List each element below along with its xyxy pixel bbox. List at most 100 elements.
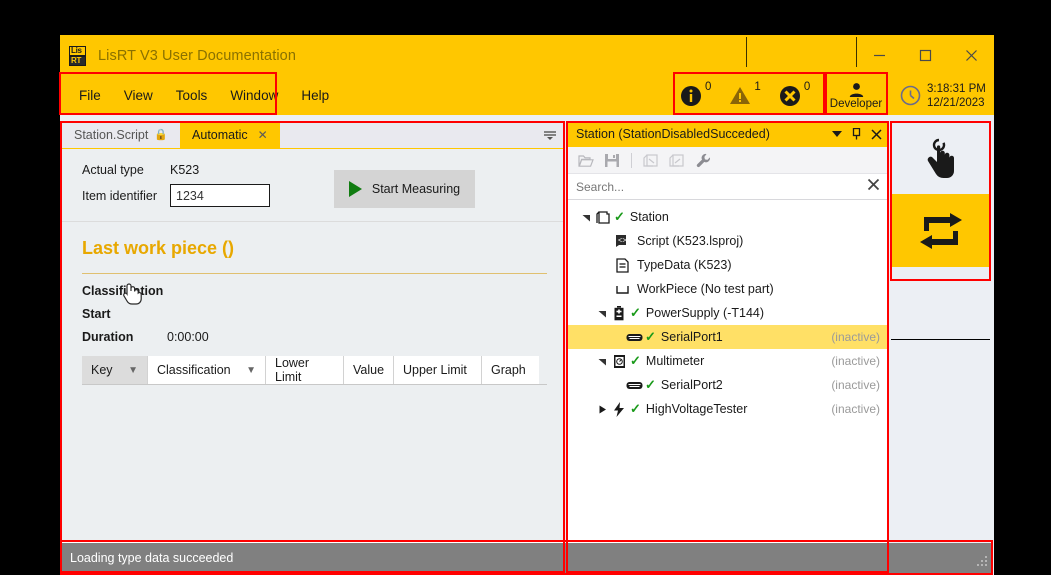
item-identifier-input[interactable]: 1234: [170, 184, 270, 207]
clear-icon[interactable]: [867, 178, 880, 196]
repeat-arrows-icon: [919, 212, 962, 249]
error-count: 0: [803, 80, 811, 93]
pin-icon[interactable]: [851, 128, 862, 140]
tab-list-button[interactable]: [543, 121, 557, 149]
page-title: LisRT V3 User Documentation: [98, 47, 297, 64]
menu-item-window[interactable]: Window: [221, 84, 287, 107]
info-indicator[interactable]: 0: [680, 81, 711, 107]
field-classification: Classification: [82, 284, 549, 298]
item-identifier-row: Item identifier 1234: [82, 184, 565, 207]
tree-item-label: SerialPort2: [660, 378, 723, 392]
tree-item-serialport1[interactable]: ✓ SerialPort1 (inactive): [568, 325, 888, 349]
item-identifier-label: Item identifier: [82, 188, 158, 203]
application-window: Lis RT LisRT V3 User Documentation File …: [59, 35, 994, 575]
tree-item-station[interactable]: ✓ Station: [568, 205, 888, 229]
tab-automatic[interactable]: Automatic ✕: [180, 121, 280, 148]
tree-item-state: (inactive): [831, 354, 880, 368]
warning-indicator[interactable]: 1: [729, 81, 761, 107]
error-circle-icon: [779, 85, 800, 106]
column-header-key[interactable]: Key ▼: [82, 356, 148, 384]
chevron-down-icon[interactable]: [832, 130, 842, 138]
menu-item-help[interactable]: Help: [292, 84, 338, 107]
tree-item-typedata[interactable]: TypeData (K523): [568, 253, 888, 277]
expand-arrow-icon[interactable]: [580, 213, 593, 222]
tree-item-state: (inactive): [831, 330, 880, 344]
start-measuring-button[interactable]: Start Measuring: [334, 170, 475, 208]
column-header-classification[interactable]: Classification ▼: [148, 356, 266, 384]
tree-item-label: PowerSupply (-T144): [645, 306, 765, 320]
filter-icon[interactable]: ▼: [128, 365, 138, 376]
column-label: Graph: [491, 363, 526, 377]
svg-text:<>: <>: [618, 238, 626, 246]
serialport-icon: [624, 380, 644, 391]
station-panel: Station (StationDisabledSucceded) Search…: [568, 121, 888, 573]
open-folder-icon[interactable]: [575, 149, 597, 171]
multimeter-icon: [609, 354, 629, 369]
expand-arrow-icon[interactable]: [596, 357, 609, 366]
menu-item-view[interactable]: View: [115, 84, 162, 107]
document-pane: Station.Script 🔒 Automatic ✕ Actual type…: [62, 121, 565, 573]
warning-count: 1: [754, 80, 761, 93]
collapse-arrow-icon[interactable]: [596, 405, 609, 414]
tree-item-label: SerialPort1: [660, 330, 723, 344]
tree-item-script[interactable]: <> Script (K523.lsproj): [568, 229, 888, 253]
bolt-icon: [609, 401, 629, 417]
menu-item-file[interactable]: File: [70, 84, 110, 107]
status-bar: Loading type data succeeded: [62, 543, 992, 573]
resize-grip[interactable]: [976, 555, 988, 570]
menu-item-tools[interactable]: Tools: [167, 84, 217, 107]
tab-station-script[interactable]: Station.Script 🔒: [62, 121, 180, 148]
wrench-icon[interactable]: [692, 149, 714, 171]
tree-item-label: Script (K523.lsproj): [637, 234, 744, 248]
tree-item-workpiece[interactable]: WorkPiece (No test part): [568, 277, 888, 301]
expand-arrow-icon[interactable]: [596, 309, 609, 318]
repeat-mode-button[interactable]: [891, 194, 990, 267]
status-message: Loading type data succeeded: [70, 551, 234, 565]
check-icon: ✓: [614, 209, 625, 224]
lock-icon: 🔒: [154, 129, 169, 141]
column-label: Value: [353, 363, 385, 377]
column-header-lower-limit[interactable]: Lower Limit: [266, 356, 344, 384]
user-account-button[interactable]: Developer: [825, 76, 887, 115]
maximize-button[interactable]: [902, 35, 948, 76]
check-icon: ✓: [630, 401, 641, 416]
filter-icon[interactable]: ▼: [246, 365, 256, 376]
tree-item-highvoltagetester[interactable]: ✓ HighVoltageTester (inactive): [568, 397, 888, 421]
play-icon: [348, 181, 362, 197]
check-icon: ✓: [630, 305, 641, 320]
field-label: Duration: [82, 330, 134, 344]
export-icon: [666, 149, 688, 171]
battery-icon: [609, 305, 629, 321]
close-icon[interactable]: [871, 128, 882, 140]
station-search-box[interactable]: Search...: [568, 174, 888, 200]
column-header-upper-limit[interactable]: Upper Limit: [394, 356, 482, 384]
start-measuring-label: Start Measuring: [371, 182, 461, 196]
touch-mode-button[interactable]: [891, 121, 990, 194]
column-header-graph[interactable]: Graph: [482, 356, 539, 384]
document-icon: [612, 257, 632, 273]
tree-item-multimeter[interactable]: ✓ Multimeter (inactive): [568, 349, 888, 373]
clock-text: 3:18:31 PM 12/21/2023: [927, 82, 986, 110]
tree-item-serialport2[interactable]: ✓ SerialPort2 (inactive): [568, 373, 888, 397]
document-tabstrip: Station.Script 🔒 Automatic ✕: [62, 121, 565, 149]
clock-date: 12/21/2023: [927, 96, 985, 109]
station-icon: [593, 210, 613, 224]
tree-item-powersupply[interactable]: ✓ PowerSupply (-T144): [568, 301, 888, 325]
tree-item-label: TypeData (K523): [637, 258, 732, 272]
mouse-cursor: [122, 280, 142, 311]
field-value: 0:00:00: [167, 330, 209, 344]
touch-hand-icon: [927, 138, 954, 178]
person-icon: [849, 82, 863, 97]
column-header-value[interactable]: Value: [344, 356, 394, 384]
error-indicator[interactable]: 0: [779, 81, 810, 107]
check-icon: ✓: [645, 329, 656, 344]
title-bar: Lis RT LisRT V3 User Documentation: [60, 35, 994, 76]
save-icon[interactable]: [601, 149, 623, 171]
column-label: Upper Limit: [403, 363, 467, 377]
minimize-button[interactable]: [856, 35, 902, 76]
tree-item-state: (inactive): [831, 378, 880, 392]
close-button[interactable]: [948, 35, 994, 76]
station-tree: ✓ Station <> Script (K523.lsproj) TypeDa…: [568, 200, 888, 421]
search-input[interactable]: Search...: [576, 180, 867, 194]
close-icon[interactable]: ✕: [258, 128, 268, 142]
